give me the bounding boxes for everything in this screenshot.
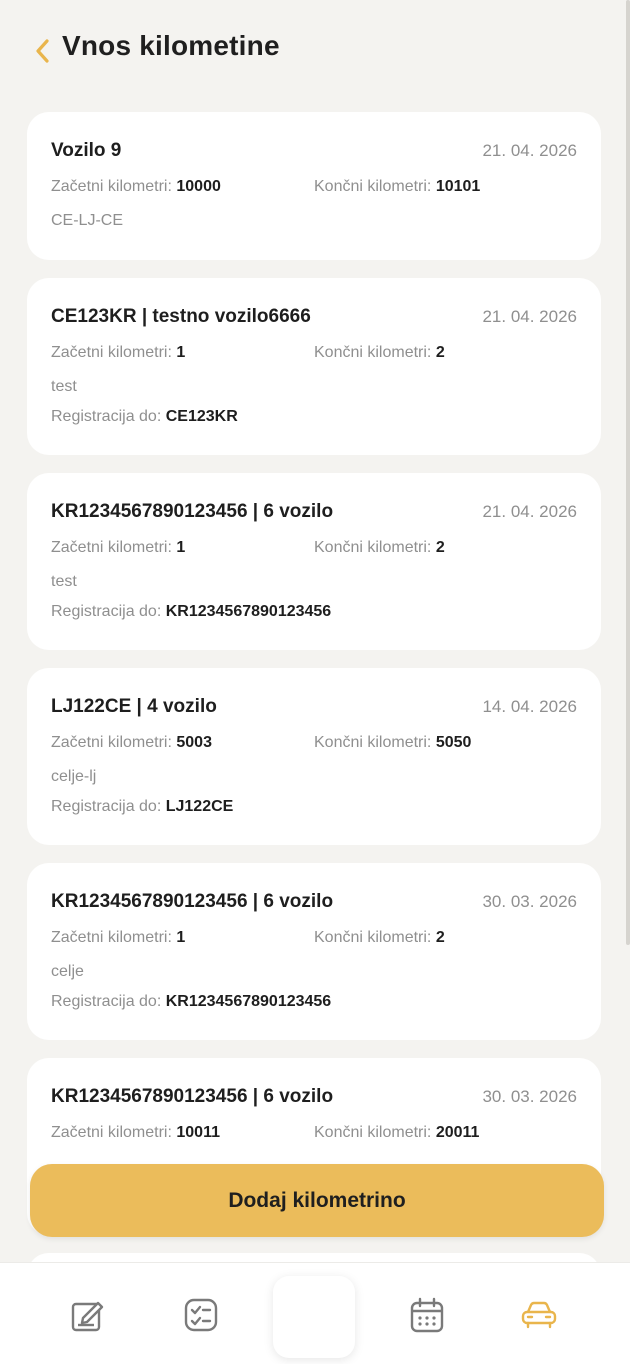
end-km-value: 2 <box>435 929 445 946</box>
add-mileage-button[interactable]: Dodaj kilometrino <box>30 1164 604 1237</box>
chevron-left-icon <box>36 39 49 63</box>
registration-label: Registracija do: <box>51 603 166 620</box>
start-km-label: Začetni kilometri: <box>51 734 177 751</box>
nav-item-car[interactable] <box>519 1295 559 1335</box>
entry-title: LJ122CE | 4 vozilo <box>51 696 217 717</box>
start-km-value: 5003 <box>176 734 212 751</box>
entry-date: 21. 04. 2026 <box>482 502 577 521</box>
app-header: Vnos kilometine <box>0 0 630 100</box>
start-km-value: 1 <box>176 929 186 946</box>
nav-center-button[interactable] <box>273 1276 355 1358</box>
list-item[interactable]: KR1234567890123456 | 6 vozilo 30. 03. 20… <box>27 863 601 1040</box>
car-icon <box>521 1301 557 1329</box>
list-item[interactable]: KR1234567890123456 | 6 vozilo 21. 04. 20… <box>27 473 601 650</box>
end-km-label: Končni kilometri: <box>314 734 436 751</box>
end-km-value: 20011 <box>435 1124 480 1141</box>
end-km-label: Končni kilometri: <box>314 178 436 195</box>
registration-value: KR1234567890123456 <box>165 993 332 1010</box>
nav-item-edit[interactable] <box>68 1295 108 1335</box>
entry-note: celje-lj <box>51 768 97 785</box>
entry-title: KR1234567890123456 | 6 vozilo <box>51 891 334 912</box>
entry-date: 14. 04. 2026 <box>482 697 577 716</box>
start-km-value: 10000 <box>176 178 221 195</box>
start-km-value: 10011 <box>176 1124 220 1141</box>
list-item[interactable]: LJ122CE | 4 vozilo 14. 04. 2026 Začetni … <box>27 668 601 845</box>
entry-note: test <box>51 378 77 395</box>
entry-title: CE123KR | testno vozilo6666 <box>51 306 311 327</box>
entry-note: CE-LJ-CE <box>51 212 124 229</box>
entry-date: 30. 03. 2026 <box>482 1087 577 1106</box>
list-item[interactable]: CE123KR | testno vozilo6666 21. 04. 2026… <box>27 278 601 455</box>
edit-icon <box>71 1301 104 1332</box>
entry-date: 21. 04. 2026 <box>482 307 577 326</box>
end-km-value: 10101 <box>435 178 481 195</box>
page-title: Vnos kilometine <box>62 30 280 61</box>
start-km-value: 1 <box>176 539 186 556</box>
entry-date: 30. 03. 2026 <box>482 892 577 911</box>
nav-item-checklist[interactable] <box>181 1295 221 1335</box>
start-km-value: 1 <box>176 344 186 361</box>
entry-note: test <box>51 573 77 590</box>
registration-label: Registracija do: <box>51 798 166 815</box>
end-km-value: 2 <box>435 344 445 361</box>
checklist-icon <box>184 1298 218 1332</box>
end-km-value: 5050 <box>435 734 472 751</box>
registration-value: CE123KR <box>165 408 238 425</box>
end-km-label: Končni kilometri: <box>314 1124 436 1141</box>
start-km-label: Začetni kilometri: <box>51 1124 177 1141</box>
calendar-icon <box>410 1297 444 1333</box>
start-km-label: Začetni kilometri: <box>51 178 177 195</box>
start-km-label: Začetni kilometri: <box>51 344 177 361</box>
registration-label: Registracija do: <box>51 993 166 1010</box>
entry-title: KR1234567890123456 | 6 vozilo <box>51 501 334 522</box>
mileage-list: Vozilo 9 21. 04. 2026 Začetni kilometri:… <box>27 112 601 1262</box>
scrollbar[interactable] <box>626 0 630 945</box>
registration-value: KR1234567890123456 <box>165 603 332 620</box>
list-item[interactable] <box>27 1253 601 1262</box>
registration-label: Registracija do: <box>51 408 166 425</box>
start-km-label: Začetni kilometri: <box>51 929 177 946</box>
registration-value: LJ122CE <box>165 798 234 815</box>
entry-title: Vozilo 9 <box>51 140 122 161</box>
end-km-label: Končni kilometri: <box>314 539 436 556</box>
entry-date: 21. 04. 2026 <box>482 141 577 160</box>
entry-title: KR1234567890123456 | 6 vozilo <box>51 1086 334 1107</box>
list-item[interactable]: Vozilo 9 21. 04. 2026 Začetni kilometri:… <box>27 112 601 260</box>
end-km-value: 2 <box>435 539 445 556</box>
end-km-label: Končni kilometri: <box>314 929 436 946</box>
start-km-label: Začetni kilometri: <box>51 539 177 556</box>
end-km-label: Končni kilometri: <box>314 344 436 361</box>
back-button[interactable] <box>28 34 56 68</box>
entry-note: celje <box>51 963 84 980</box>
nav-item-calendar[interactable] <box>407 1295 447 1335</box>
